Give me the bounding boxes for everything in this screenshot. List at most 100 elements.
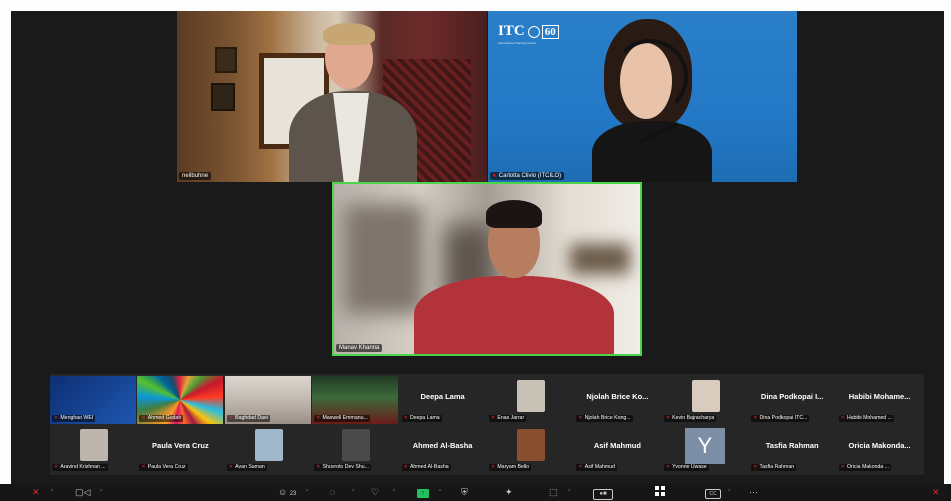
background-blur [570, 244, 630, 274]
participant-name-label: ✕ Maxwell Emmanu... [314, 415, 370, 422]
participant-tile[interactable]: ✕ Maryam Bello [487, 425, 573, 473]
summary-caret-icon[interactable]: ⌃ [567, 486, 571, 499]
video-tile-manav-active-speaker[interactable]: Manav Khanna [332, 182, 642, 356]
apps-button[interactable] [655, 486, 665, 499]
participant-tile[interactable]: ✕ Shuvroto Dev Shu... [312, 425, 399, 473]
share-screen-button[interactable]: ↑ [417, 486, 429, 499]
participant-tile[interactable]: Oricia Makonda... ✕ Oricia Makonda ... [836, 425, 923, 473]
share-screen-icon: ↑ [417, 489, 429, 498]
participant-name-text: Maxwell Emmanu... [322, 415, 368, 421]
participant-name-label: ✕ Yvonne Uwase [663, 464, 709, 471]
participant-name-text: Habibi Mohamed ... [846, 415, 892, 421]
background-blur [344, 204, 424, 314]
participant-name-label: ✕ Shuvroto Dev Shu... [314, 464, 371, 471]
chat-icon[interactable]: ◌ [330, 486, 335, 499]
participants-caret-icon[interactable]: ⌃ [305, 486, 309, 499]
closed-captions-icon: CC [705, 489, 721, 499]
more-options-icon[interactable]: ⋯ [749, 486, 758, 499]
reactions-icon[interactable]: ♡ [371, 486, 379, 499]
mic-muted-icon: ✕ [403, 415, 408, 421]
participant-name-label: ✕ Kevin Bajracharya [663, 415, 717, 422]
participant-tile[interactable]: ✕ Avan Saman [224, 425, 311, 473]
itc-logo-subtitle: International Training Centre [498, 41, 536, 45]
participant-display-name: Oricia Makonda... [848, 441, 911, 450]
participant-name-text: Shuvroto Dev Shu... [322, 464, 369, 470]
participant-name-text: Baghdad Daei [235, 415, 269, 421]
avatar-letter: Y [684, 428, 725, 464]
participant-name-text: Asif Mahmud [584, 464, 616, 470]
video-camera-icon[interactable]: ▢◁ [75, 486, 90, 499]
participant-name-label: ✕ Enas Jarrar [489, 415, 527, 422]
share-caret-icon[interactable]: ⌃ [438, 486, 442, 499]
mic-muted-icon[interactable]: ✕︎ [32, 486, 40, 499]
participant-name-label: ✕ Dina Podkopai ITC... [751, 415, 810, 422]
background-picture [211, 83, 235, 111]
participant-name-label: ✕ Ahmed Gudah [139, 415, 184, 422]
video-tile-carlotta[interactable]: ITC 60 International Training Centre 🔇︎ Ca… [488, 11, 797, 182]
participant-name-label: ✕ Oricia Makonda ... [838, 464, 892, 471]
background-picture [215, 47, 237, 73]
participant-tile[interactable]: ✕ Enas Jarrar [487, 376, 573, 424]
participant-tile[interactable]: Njolah Brice Ko... ✕ Njolah Brice Kong... [574, 376, 661, 424]
participant-name-text: Deepa Lama [409, 415, 440, 421]
top-bar [0, 0, 951, 11]
reactions-caret-icon[interactable]: ⌃ [392, 486, 396, 499]
participant-tile[interactable]: ✕ Ahmed Gudah [137, 376, 224, 424]
video-tile-neilbuhne[interactable]: neilbuhne [177, 11, 487, 182]
security-shield-icon[interactable]: ⛨ [461, 486, 468, 499]
avatar [254, 429, 283, 461]
mic-muted-icon: ✕ [316, 415, 321, 421]
mic-status-icon[interactable]: ✕︎ [932, 486, 940, 499]
participant-tile[interactable]: Dina Podkopai I... ✕ Dina Podkopai ITC... [749, 376, 836, 424]
participant-tile[interactable]: ✕ Baghdad Daei [224, 376, 311, 424]
participant-name-text: Maryam Bello [497, 464, 530, 470]
mic-muted-icon: ✕ [753, 415, 758, 421]
participant-tile[interactable]: Habibi Mohame... ✕ Habibi Mohamed ... [836, 376, 923, 424]
participant-tile[interactable]: ✕ Maxwell Emmanu... [312, 376, 399, 424]
captions-caret-icon[interactable]: ⌃ [727, 486, 731, 499]
ai-companion-sparkle-icon[interactable]: ✦ [505, 486, 513, 499]
participant-name-text: Njolah Brice Kong... [584, 415, 631, 421]
captions-button[interactable]: CC [705, 486, 721, 499]
participant-name-label: ✕ Baghdad Daei [226, 415, 271, 422]
participant-body [592, 121, 712, 182]
participant-display-name: Asif Mahmud [593, 441, 641, 450]
participant-name-text: Enas Jarrar [497, 415, 525, 421]
participant-name-label: ✕ Menghao WEI [52, 415, 96, 422]
participant-tile[interactable]: Y ✕ Yvonne Uwase [661, 425, 748, 473]
mic-muted-icon: ✕ [578, 464, 583, 470]
participant-name-label: ✕ Deepa Lama [401, 415, 442, 422]
mic-muted-icon: ✕ [491, 415, 496, 421]
participant-display-name: Njolah Brice Ko... [586, 392, 649, 401]
participant-tile[interactable]: Ahmed Al-Basha ✕ Ahmed Al-Basha [399, 425, 486, 473]
participant-name-label: neilbuhne [179, 172, 212, 180]
video-options-caret-icon[interactable]: ⌃ [99, 486, 103, 499]
participant-tile[interactable]: Tasfia Rahman ✕ Tasfia Rahman [749, 425, 836, 473]
participant-tile[interactable]: ✕ Menghao WEI [50, 376, 136, 424]
chat-caret-icon[interactable]: ⌃ [351, 486, 355, 499]
summary-icon[interactable]: ⬚ [549, 486, 558, 499]
mic-muted-icon: ✕ [840, 415, 845, 421]
participant-tile[interactable]: ✕ Aravind Krishnan ... [50, 425, 136, 473]
mic-muted-icon: ✕ [228, 464, 234, 470]
participant-name-text: Aravind Krishnan ... [60, 464, 106, 470]
participant-display-name: Ahmed Al-Basha [412, 441, 473, 450]
participant-tile[interactable]: Asif Mahmud ✕ Asif Mahmud [574, 425, 661, 473]
participant-name-label: ✕ Ahmed Al-Basha [401, 464, 451, 471]
participant-tile[interactable]: ✕ Kevin Bajracharya [661, 376, 748, 424]
mic-muted-icon: ✕ [141, 415, 146, 421]
audio-options-caret-icon[interactable]: ⌃ [50, 486, 54, 499]
participant-tile[interactable]: Paula Vera Cruz ✕ Paula Vera Cruz [137, 425, 224, 473]
record-icon: ●■ [593, 489, 613, 500]
participant-name-label: ✕ Paula Vera Cruz [139, 464, 188, 471]
participant-display-name: Tasfia Rahman [765, 441, 819, 450]
participant-tile[interactable]: Deepa Lama ✕ Deepa Lama [399, 376, 486, 424]
participants-icon: ☺︎ [278, 487, 288, 497]
participant-name-text: Menghao WEI [60, 415, 94, 421]
participant-name-text: Tasfia Rahman [759, 464, 795, 470]
mic-muted-icon: ✕ [403, 464, 408, 470]
avatar [691, 380, 720, 412]
avatar [342, 429, 371, 461]
record-button[interactable]: ●■ [593, 486, 613, 500]
participants-button[interactable]: ☺︎ 23 [278, 486, 296, 499]
